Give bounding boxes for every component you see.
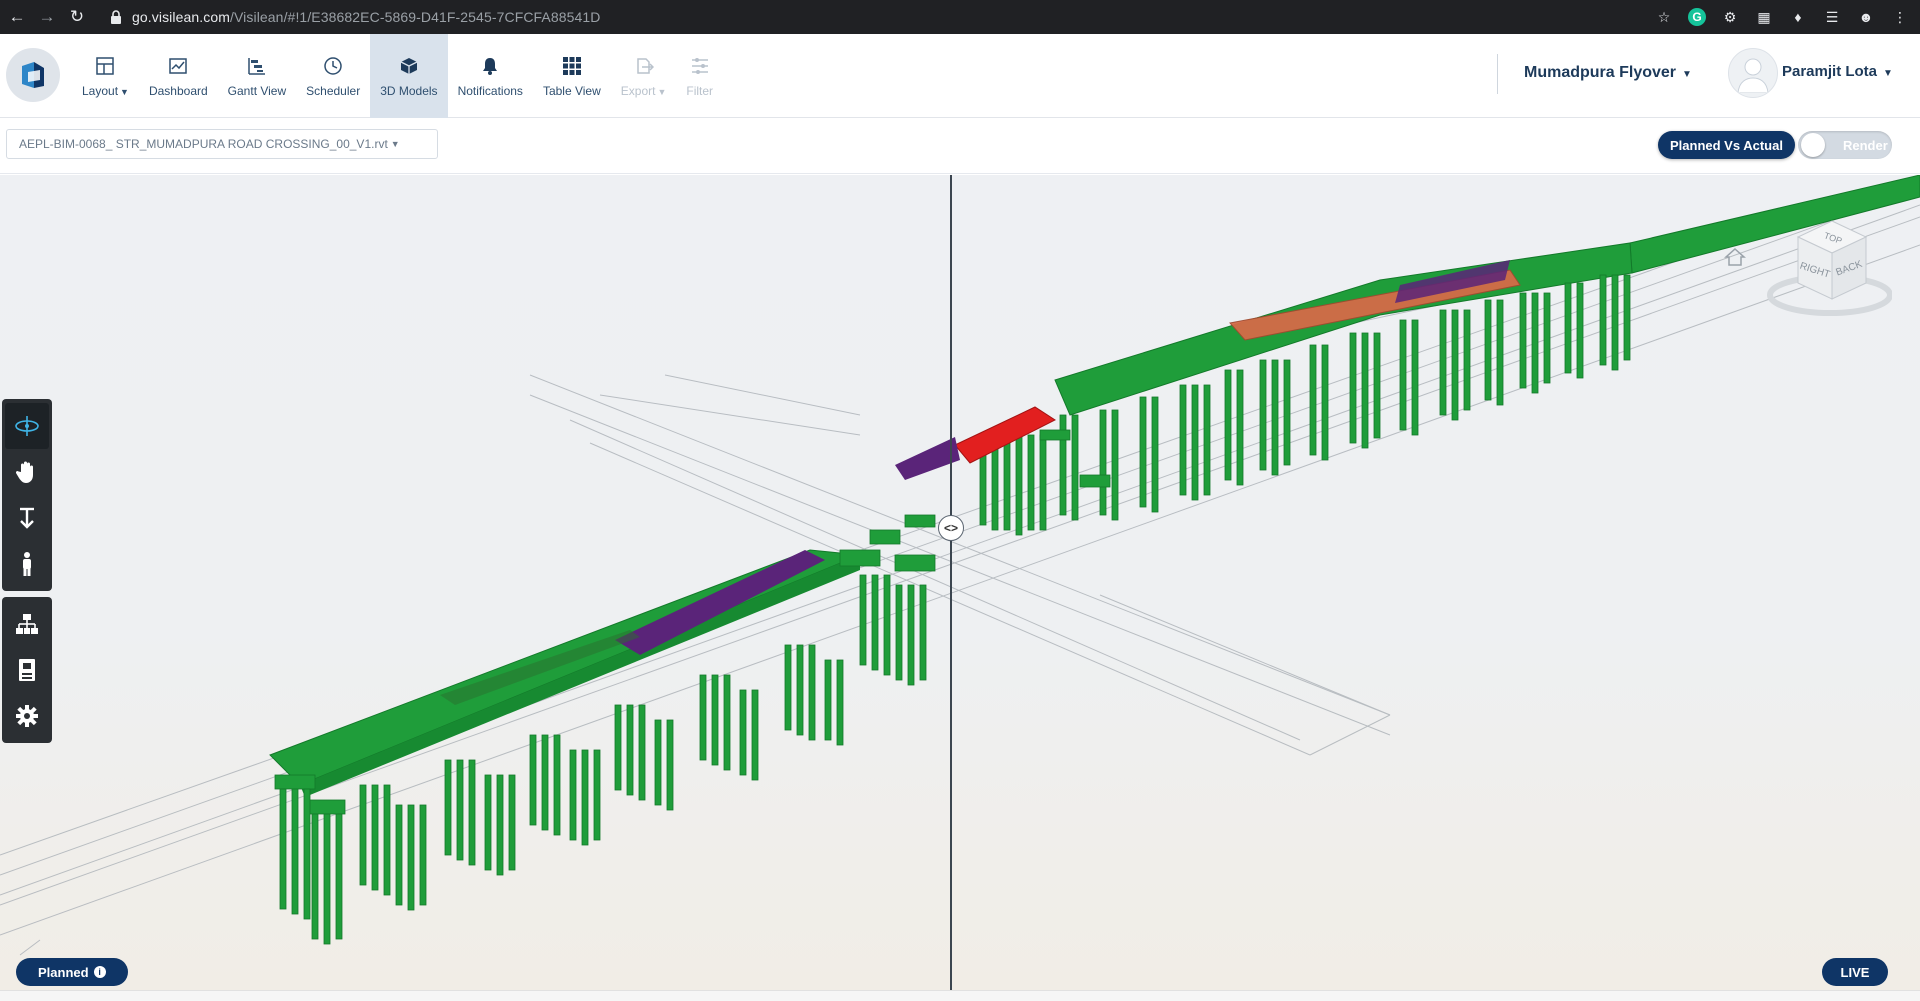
toolbar-scheduler[interactable]: Scheduler <box>296 34 370 118</box>
toolbar-layout-label: Layout <box>82 84 119 98</box>
main-toolbar: Layout ▼ Dashboard Gantt View Scheduler 3… <box>72 34 723 118</box>
bridge-model[interactable] <box>0 175 1920 990</box>
settings-tool[interactable] <box>5 693 49 739</box>
model-file-name: AEPL-BIM-0068_ STR_MUMADPURA ROAD CROSSI… <box>19 137 388 151</box>
puzzle-icon[interactable]: ♦ <box>1788 7 1808 27</box>
url-host: go.visilean.com <box>132 9 230 25</box>
toggle-knob <box>1801 133 1825 157</box>
avatar[interactable] <box>1728 48 1778 98</box>
toolbar-gantt-view[interactable]: Gantt View <box>218 34 296 118</box>
url-path: /Visilean/#!1/E38682EC-5869-D41F-2545-7C… <box>230 9 601 25</box>
export-icon <box>636 58 654 74</box>
lock-icon <box>111 10 121 24</box>
chevron-down-icon: ▼ <box>1682 69 1692 80</box>
properties-icon <box>19 659 35 681</box>
bell-icon <box>483 58 498 75</box>
filter-icon <box>691 58 708 74</box>
settings-toolbar <box>2 597 52 743</box>
planned-label: Planned <box>38 964 89 980</box>
gear-icon <box>16 705 38 727</box>
person-icon <box>23 552 31 576</box>
toolbar-scheduler-label: Scheduler <box>306 84 361 98</box>
reload-icon[interactable]: ↻ <box>64 4 90 30</box>
app-logo[interactable] <box>6 48 60 102</box>
3d-viewer-canvas[interactable]: <> TOP RIGHT BACK Planned i LIVE <box>0 175 1920 990</box>
back-icon[interactable]: ← <box>4 4 30 30</box>
dashboard-icon <box>169 58 188 74</box>
properties-tool[interactable] <box>5 647 49 693</box>
first-person-tool[interactable] <box>5 541 49 587</box>
model-browser-tool[interactable] <box>5 601 49 647</box>
planned-status-button[interactable]: Planned i <box>16 958 128 986</box>
clock-icon <box>324 57 342 75</box>
split-view-handle[interactable]: <> <box>938 515 964 541</box>
project-name: Mumadpura Flyover <box>1524 64 1677 81</box>
layout-icon <box>96 57 115 75</box>
app-header: Layout ▼ Dashboard Gantt View Scheduler 3… <box>0 34 1920 118</box>
toolbar-export[interactable]: Export ▼ <box>611 34 677 118</box>
zoom-tool[interactable] <box>5 495 49 541</box>
gantt-icon <box>248 58 265 75</box>
page-footer <box>0 990 1920 1001</box>
chevron-down-icon: ▼ <box>1883 68 1893 79</box>
grammarly-icon[interactable]: G <box>1688 8 1706 26</box>
orbit-icon <box>15 416 39 436</box>
live-status-button[interactable]: LIVE <box>1822 958 1888 986</box>
toolbar-filter-label: Filter <box>686 84 714 98</box>
toolbar-layout[interactable]: Layout ▼ <box>72 34 139 118</box>
user-avatar-icon <box>1737 58 1769 93</box>
chevron-down-icon: ▼ <box>120 87 129 97</box>
toolbar-table-view-label: Table View <box>542 84 601 98</box>
toolbar-dashboard-label: Dashboard <box>148 84 208 98</box>
home-view-icon[interactable] <box>1724 247 1746 267</box>
user-name: Paramjit Lota <box>1782 63 1878 80</box>
split-view-divider[interactable] <box>950 175 952 990</box>
render-toggle[interactable]: Render <box>1798 131 1892 159</box>
profile-icon[interactable]: ☻ <box>1856 7 1876 27</box>
star-icon[interactable]: ☆ <box>1654 7 1674 27</box>
toolbar-3d-models-label: 3D Models <box>380 84 438 98</box>
navigation-toolbar <box>2 399 52 591</box>
zoom-arrow-icon <box>20 507 34 529</box>
hierarchy-icon <box>16 614 38 634</box>
forward-icon[interactable]: → <box>34 4 60 30</box>
orbit-tool[interactable] <box>5 403 49 449</box>
address-bar[interactable]: go.visilean.com/Visilean/#!1/E38682EC-58… <box>132 9 601 25</box>
chevron-down-icon: ▼ <box>390 139 400 149</box>
toolbar-gantt-view-label: Gantt View <box>227 84 287 98</box>
toolbar-table-view[interactable]: Table View <box>533 34 611 118</box>
browser-chrome: ← → ↻ go.visilean.com/Visilean/#!1/E3868… <box>0 0 1920 34</box>
extension-chart-icon[interactable]: ▦ <box>1754 7 1774 27</box>
project-selector[interactable]: Mumadpura Flyover ▼ <box>1524 64 1692 82</box>
extension-n-icon[interactable]: ⚙ <box>1720 7 1740 27</box>
drag-arrows-icon: <> <box>943 521 958 535</box>
menu-icon[interactable]: ⋮ <box>1890 7 1910 27</box>
visilean-logo-icon <box>22 62 44 88</box>
header-divider <box>1497 54 1498 94</box>
cube-icon <box>400 58 418 74</box>
viewcube[interactable]: TOP RIGHT BACK <box>1762 213 1892 323</box>
toolbar-export-label: Export <box>620 84 656 98</box>
toolbar-3d-models[interactable]: 3D Models <box>370 34 448 118</box>
grid-icon <box>562 57 581 75</box>
viewer-options-bar: AEPL-BIM-0068_ STR_MUMADPURA ROAD CROSSI… <box>0 118 1920 174</box>
toolbar-dashboard[interactable]: Dashboard <box>139 34 218 118</box>
chevron-down-icon: ▼ <box>657 87 667 97</box>
toolbar-filter[interactable]: Filter <box>676 34 723 118</box>
hand-icon <box>16 461 33 483</box>
media-icon[interactable]: ☰ <box>1822 7 1842 27</box>
toolbar-notifications[interactable]: Notifications <box>448 34 533 118</box>
render-label: Render <box>1843 137 1888 153</box>
info-icon: i <box>93 966 106 978</box>
user-menu[interactable]: Paramjit Lota ▼ <box>1782 63 1893 80</box>
pan-tool[interactable] <box>5 449 49 495</box>
planned-vs-actual-button[interactable]: Planned Vs Actual <box>1658 131 1795 159</box>
model-file-select[interactable]: AEPL-BIM-0068_ STR_MUMADPURA ROAD CROSSI… <box>6 129 438 159</box>
toolbar-notifications-label: Notifications <box>457 84 523 98</box>
